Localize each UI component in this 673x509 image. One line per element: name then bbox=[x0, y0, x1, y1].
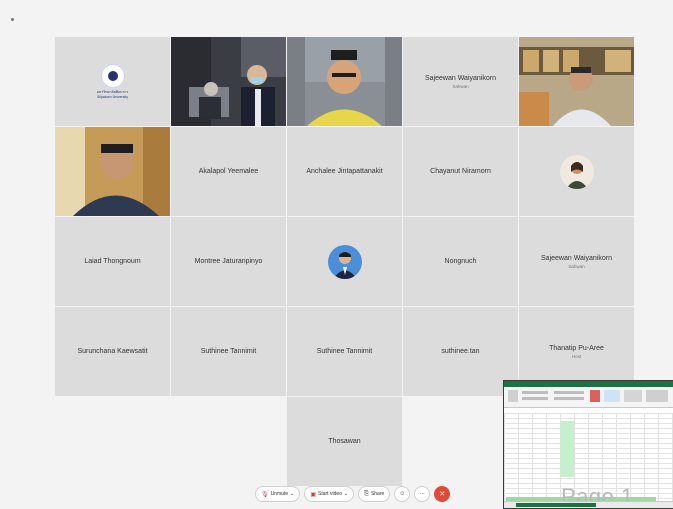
chevron-down-icon[interactable]: ⌄ bbox=[344, 491, 348, 497]
participant-tile-nongnuch[interactable]: Nongnuch bbox=[403, 217, 518, 306]
participant-tile-avatar-1[interactable] bbox=[519, 127, 634, 216]
participant-name: Chayanut Niramorn bbox=[430, 167, 491, 175]
more-label: ··· bbox=[419, 491, 425, 497]
grid-spacer bbox=[403, 397, 518, 486]
participant-name: Montree Jaturanpinyo bbox=[194, 257, 263, 265]
avatar bbox=[327, 244, 362, 279]
video-feed bbox=[519, 37, 634, 126]
window-dot bbox=[11, 18, 14, 21]
participant-video-2[interactable] bbox=[287, 37, 402, 126]
participant-name: Thanatip Pu-Aree bbox=[549, 344, 604, 352]
participant-name: Akalapol Yeemalee bbox=[198, 167, 259, 175]
participant-name: Thosawan bbox=[328, 437, 361, 445]
microphone-muted-icon: 🎙 bbox=[261, 491, 269, 498]
share-label: Share bbox=[370, 491, 385, 497]
participant-video-3[interactable] bbox=[519, 37, 634, 126]
grid-spacer bbox=[171, 397, 286, 486]
participant-name: Sajeewan Waiyanikorn bbox=[425, 74, 496, 82]
logo-text: มหาวิทยาลัยศิลปากร Silpakorn University bbox=[96, 90, 129, 99]
participant-tile-chayanut[interactable]: Chayanut Niramorn bbox=[403, 127, 518, 216]
unmute-button[interactable]: 🎙 Unmute ⌄ bbox=[255, 486, 301, 502]
participant-tile-anchalee[interactable]: Anchalee Jintapattanakit bbox=[287, 127, 402, 216]
participant-name: Laiad Thongnoum bbox=[84, 257, 141, 265]
participant-video-4[interactable] bbox=[55, 127, 170, 216]
video-feed bbox=[171, 37, 286, 126]
participant-name: Suthinee Tannimit bbox=[200, 347, 257, 355]
leave-icon: ✕ bbox=[439, 491, 446, 498]
participant-subtitle: Sahwan bbox=[568, 264, 585, 270]
participant-tile-sajeewan-1[interactable]: Sajeewan Waiyanikorn Sahwan bbox=[403, 37, 518, 126]
participant-name: Sajeewan Waiyanikorn bbox=[541, 254, 612, 262]
unmute-label: Unmute bbox=[270, 491, 289, 497]
excel-sheet-tabs[interactable] bbox=[516, 503, 596, 507]
participant-tile-suthinee-1[interactable]: Suthinee Tannimit bbox=[171, 307, 286, 396]
reactions-icon: ☺ bbox=[399, 491, 406, 497]
excel-ribbon bbox=[504, 387, 673, 408]
participant-name: Anchalee Jintapattanakit bbox=[306, 167, 383, 175]
participant-tile-suthinee-2[interactable]: Suthinee Tannimit bbox=[287, 307, 402, 396]
participant-subtitle: Sahwan bbox=[452, 84, 469, 90]
excel-sheet: Page 1 bbox=[504, 413, 673, 508]
participant-name: Surunchana Kaewsatit bbox=[77, 347, 148, 355]
participant-name: Suthinee Tannimit bbox=[316, 347, 373, 355]
start-video-button[interactable]: ▣ Start video ⌄ bbox=[304, 486, 355, 502]
reactions-button[interactable]: ☺ bbox=[394, 486, 411, 502]
participant-subtitle: Host bbox=[571, 354, 582, 360]
avatar bbox=[559, 154, 594, 189]
participant-tile-suthinee-tan[interactable]: suthinee.tan bbox=[403, 307, 518, 396]
participant-tile-surunchana[interactable]: Surunchana Kaewsatit bbox=[55, 307, 170, 396]
chevron-down-icon[interactable]: ⌄ bbox=[290, 491, 294, 497]
video-off-icon: ▣ bbox=[310, 491, 317, 498]
participant-tile-sajeewan-2[interactable]: Sajeewan Waiyanikorn Sahwan bbox=[519, 217, 634, 306]
video-feed bbox=[287, 37, 402, 126]
participant-tile-avatar-2[interactable] bbox=[287, 217, 402, 306]
share-button[interactable]: ⎘ Share bbox=[358, 486, 391, 502]
video-feed bbox=[55, 127, 170, 216]
participant-tile-logo[interactable]: มหาวิทยาลัยศิลปากร Silpakorn University bbox=[55, 37, 170, 126]
participant-name: suthinee.tan bbox=[441, 347, 480, 355]
more-button[interactable]: ··· bbox=[414, 486, 431, 502]
start-video-label: Start video bbox=[318, 491, 342, 497]
participant-tile-montree[interactable]: Montree Jaturanpinyo bbox=[171, 217, 286, 306]
participant-tile-laiad[interactable]: Laiad Thongnoum bbox=[55, 217, 170, 306]
participant-tile-akalapol[interactable]: Akalapol Yeemalee bbox=[171, 127, 286, 216]
university-logo bbox=[100, 64, 125, 89]
participant-tile-thosawan[interactable]: Thosawan bbox=[287, 397, 402, 486]
share-screen-icon: ⎘ bbox=[364, 490, 369, 497]
grid-spacer bbox=[55, 397, 170, 486]
participant-video-1[interactable] bbox=[171, 37, 286, 126]
shared-screen-thumbnail[interactable]: Page 1 bbox=[503, 380, 673, 509]
leave-button[interactable]: ✕ bbox=[434, 486, 451, 502]
participant-name: Nongnuch bbox=[444, 257, 477, 265]
meeting-toolbar: 🎙 Unmute ⌄ ▣ Start video ⌄ ⎘ Share ☺ ···… bbox=[255, 485, 451, 503]
